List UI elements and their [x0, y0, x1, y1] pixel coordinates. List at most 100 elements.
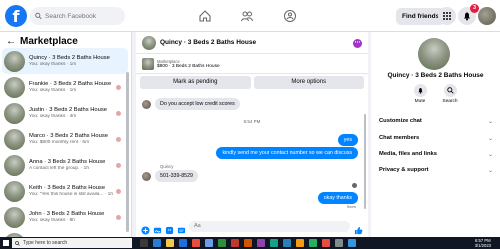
taskbar-search[interactable]: Type here to search — [12, 238, 132, 248]
system-clock[interactable]: 6:57 PM 3/1/2023 — [475, 238, 491, 248]
windows-taskbar: Type here to search 6:57 PM 3/1/2023 — [0, 237, 500, 249]
app-icon[interactable] — [270, 239, 278, 247]
bell-icon — [417, 88, 423, 94]
mute-button[interactable]: Mute — [405, 84, 435, 104]
home-icon[interactable] — [198, 9, 212, 23]
chat-panel: Quincy · 3 Beds 2 Baths House ⋯ Marketpl… — [136, 32, 368, 237]
outgoing-message: kindly send me your contact number so we… — [216, 147, 358, 159]
read-receipt-avatar — [116, 137, 121, 142]
message-bubble: 501-339-8529 — [155, 170, 198, 182]
notifications-button[interactable]: 3 — [458, 4, 479, 25]
conversation-thumbnail — [4, 50, 25, 72]
mail-icon[interactable] — [179, 239, 187, 247]
top-navigation: f Find friends 3 — [0, 0, 500, 32]
sidebar-scrollbar[interactable] — [126, 72, 129, 232]
store-icon[interactable] — [205, 239, 213, 247]
conversation-preview: You: okay thanks · 1m — [29, 62, 77, 67]
search-input[interactable] — [45, 12, 125, 20]
conversation-name: Frankie · 3 Beds 2 Baths House — [29, 81, 112, 87]
media-files-links-row[interactable]: Media, files and links ⌄ — [379, 151, 493, 158]
app-icon[interactable] — [322, 239, 330, 247]
read-receipt-avatar — [116, 215, 121, 220]
listing-thumbnail — [142, 57, 154, 70]
back-arrow-icon[interactable]: ← — [6, 36, 16, 47]
app-icon[interactable] — [231, 239, 239, 247]
incoming-message: Do you accept low credit scores — [142, 98, 240, 110]
row-label: Media, files and links — [379, 151, 437, 157]
listing-price: $800 · 3 Beds 2 Baths House — [157, 63, 220, 69]
seen-indicator: Seen — [346, 204, 356, 209]
image-icon[interactable] — [153, 222, 162, 233]
app-icon[interactable] — [348, 239, 356, 247]
conversation-item[interactable]: John · 3 Beds 2 Baths House You: okay tha… — [0, 204, 131, 230]
plus-icon[interactable] — [141, 222, 150, 235]
facebook-logo[interactable]: f — [5, 5, 27, 27]
conversation-preview: You: okay thanks · 8h — [29, 218, 75, 223]
more-dots-icon[interactable]: ⋯ — [353, 39, 362, 48]
conversation-item[interactable]: Frankie · 3 Beds 2 Baths House You: okay … — [0, 74, 131, 100]
sticker-icon[interactable] — [165, 222, 174, 234]
app-icon[interactable] — [218, 239, 226, 247]
row-label: Chat members — [379, 135, 420, 141]
conversation-item[interactable]: Anna · 3 Beds 2 Baths House A contact lef… — [0, 152, 131, 178]
conversation-preview: A contact left the group. · 1h — [29, 166, 89, 171]
incoming-message: 501-339-8529 — [142, 170, 198, 182]
thumbs-up-icon[interactable] — [354, 222, 363, 234]
conversation-item[interactable]: Quincy · 3 Beds 2 Baths House You: okay t… — [2, 48, 128, 74]
profile-avatar[interactable] — [478, 7, 496, 25]
gif-icon[interactable]: GIF — [177, 222, 186, 233]
svg-text:GIF: GIF — [179, 228, 184, 232]
chrome-icon[interactable] — [192, 239, 200, 247]
search-button[interactable]: Search — [435, 84, 465, 104]
marketplace-sidebar: ← Marketplace Quincy · 3 Beds 2 Baths Ho… — [0, 32, 132, 237]
app-icon[interactable] — [283, 239, 291, 247]
message-input[interactable] — [189, 220, 350, 232]
row-label: Customize chat — [379, 118, 422, 124]
chat-avatar — [142, 35, 156, 50]
listing-card[interactable]: Marketplace $800 · 3 Beds 2 Baths House — [136, 54, 368, 74]
mark-as-pending-button[interactable]: Mark as pending — [140, 76, 251, 89]
conversation-thumbnail — [4, 76, 25, 98]
conversation-preview: You: okay thanks · 4m — [29, 114, 77, 119]
app-icon[interactable] — [257, 239, 265, 247]
chevron-down-icon: ⌄ — [487, 152, 493, 158]
file-explorer-icon[interactable] — [166, 239, 174, 247]
windows-start-icon[interactable] — [3, 240, 9, 246]
task-view-icon[interactable] — [140, 239, 148, 247]
conversation-preview: You: okay thanks · 1m — [29, 88, 77, 93]
search-icon — [446, 87, 454, 94]
friends-icon[interactable] — [240, 9, 254, 23]
customize-chat-row[interactable]: Customize chat ⌄ — [379, 118, 493, 125]
conversation-item[interactable]: Joe · 3 Beds 2 Baths House — [0, 230, 131, 237]
chat-scrollbar[interactable] — [364, 114, 366, 209]
grid-menu-icon — [443, 12, 451, 20]
conversation-name: John · 3 Beds 2 Baths House — [29, 211, 105, 217]
read-receipt-avatar — [116, 163, 121, 168]
marketplace-header: ← Marketplace — [0, 34, 131, 48]
edge-browser-icon[interactable] — [153, 239, 161, 247]
app-icon[interactable] — [335, 239, 343, 247]
read-receipt-avatar — [116, 85, 121, 90]
conversation-item[interactable]: Marco · 3 Beds 2 Baths House You: $800 mo… — [0, 126, 131, 152]
conversation-preview: You: $800 monthly rent · 6m — [29, 140, 90, 145]
app-icon[interactable] — [296, 239, 304, 247]
read-receipt-avatar — [352, 183, 357, 188]
app-icon[interactable] — [244, 239, 252, 247]
details-title: Quincy · 3 Beds 2 Baths House — [387, 72, 484, 79]
app-icon[interactable] — [309, 239, 317, 247]
conversation-item[interactable]: Justin · 3 Beds 2 Baths House You: okay t… — [0, 100, 131, 126]
message-bubble: Do you accept low credit scores — [155, 98, 240, 110]
message-composer: GIF — [136, 219, 368, 235]
conversation-item[interactable]: Keith · 3 Beds 2 Baths House You: "Yes th… — [0, 178, 131, 204]
notification-badge: 3 — [470, 4, 479, 13]
conversation-thumbnail — [4, 180, 25, 202]
chat-members-row[interactable]: Chat members ⌄ — [379, 135, 493, 142]
menu-button[interactable] — [438, 7, 456, 25]
privacy-support-row[interactable]: Privacy & support ⌄ — [379, 167, 493, 174]
groups-icon[interactable] — [283, 9, 297, 23]
chat-title[interactable]: Quincy · 3 Beds 2 Baths House — [160, 39, 256, 46]
more-options-button[interactable]: More options — [253, 76, 364, 89]
search-icon — [15, 240, 20, 246]
search-bar[interactable] — [30, 7, 125, 25]
mute-label: Mute — [414, 99, 426, 104]
